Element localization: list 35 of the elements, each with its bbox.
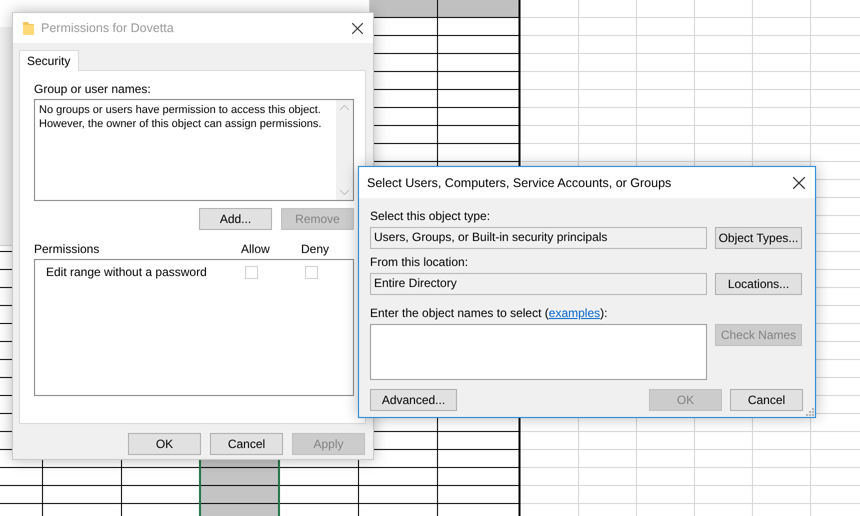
scrollbar[interactable] [336,100,353,200]
column-header: Allow [241,242,271,256]
close-icon[interactable] [793,176,805,188]
deny-checkbox[interactable] [305,266,318,278]
dialog-button[interactable]: Cancel [210,433,283,455]
dialog-button[interactable]: Cancel [730,389,803,411]
location-label: From this location: [370,255,470,269]
allow-checkbox[interactable] [245,266,258,278]
dialog-button[interactable]: Advanced... [370,389,457,411]
dialog-button[interactable]: Object Types... [715,227,802,249]
tab[interactable]: Security [19,50,80,71]
object-names-field[interactable] [370,324,707,380]
object-type-label: Select this object type: [370,209,492,223]
column-header: Deny [301,242,330,256]
scroll-up-icon[interactable] [340,105,349,110]
examples-link[interactable]: examples [548,306,600,320]
dialog-button[interactable]: Locations... [715,273,802,295]
permission-name: Edit range without a password [46,265,208,279]
empty-message: However, the owner of this object can assign permissions. [39,117,322,131]
scroll-down-icon[interactable] [340,190,349,195]
window-title: Select Users, Computers, Service Accounts, or Groups [367,176,672,190]
dialog-button[interactable]: OK [128,433,201,455]
close-icon[interactable] [352,22,363,34]
location-field: Entire Directory [370,273,707,295]
folder-icon [23,21,34,35]
empty-message: No groups or users have permission to access this object. [39,103,322,117]
permission-list[interactable]: Edit range without a password [34,259,354,396]
group-list[interactable]: No groups or users have permission to access this object. However, the owner of this object can assign permissions. [34,99,354,201]
window-title: Permissions for Dovetta [41,21,175,35]
column-header: Permissions [34,242,100,256]
object-names-label: Enter the object names to select (examples): [370,306,608,320]
group-label: Group or user names: [34,82,152,96]
object-type-field: Users, Groups, or Built-in security principals [370,227,707,249]
dialog-button[interactable]: Add... [199,208,272,230]
resize-grip-icon[interactable] [806,408,814,416]
